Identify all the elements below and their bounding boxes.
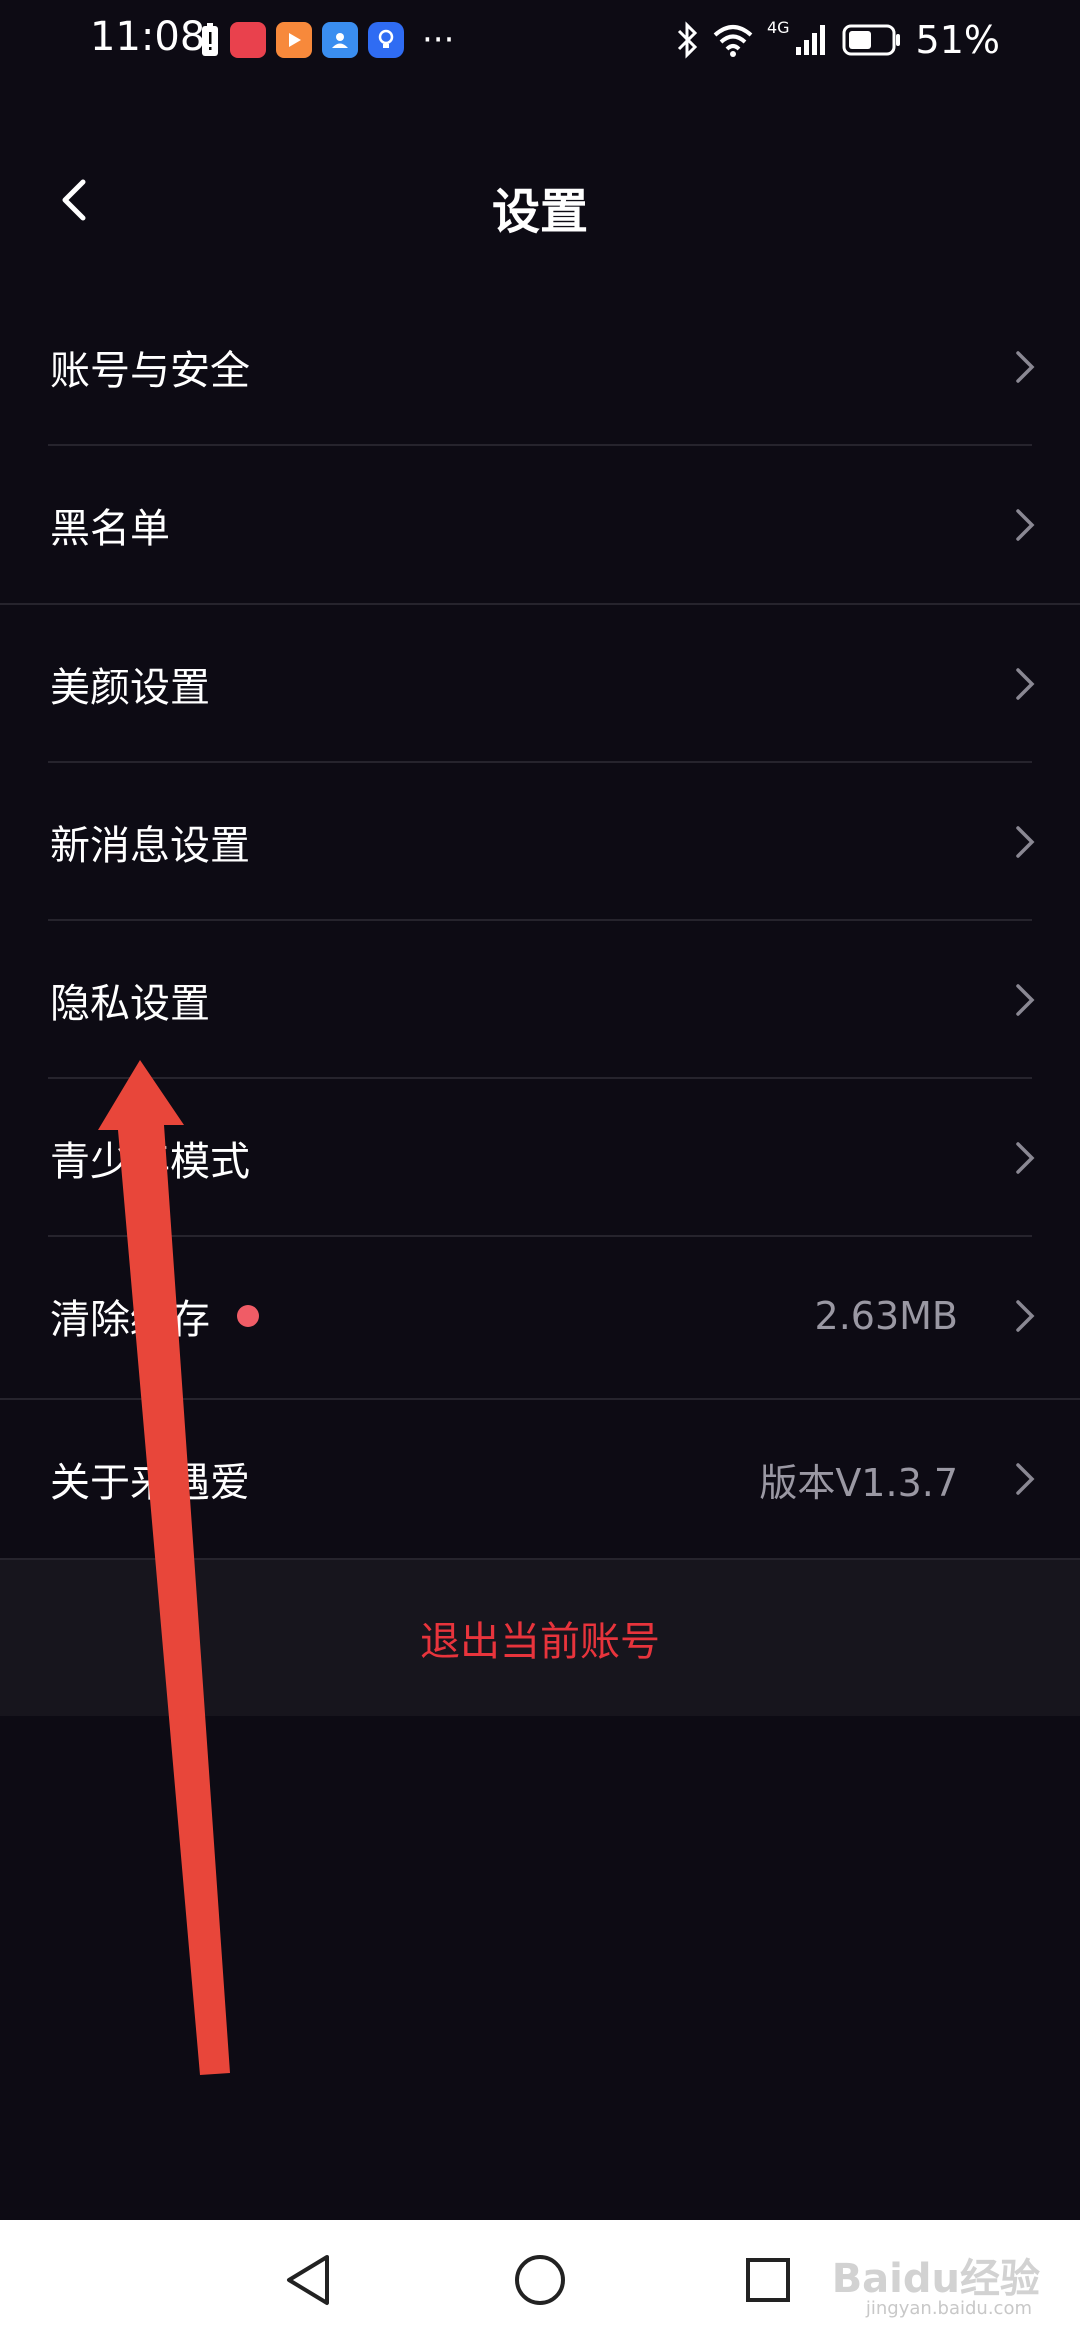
row-label: 青少年模式 — [50, 1139, 250, 1185]
row-label: 清除缓存 — [50, 1297, 210, 1343]
chevron-right-icon — [1010, 664, 1040, 704]
row-label: 新消息设置 — [50, 823, 250, 869]
settings-row-privacy[interactable]: 隐私设置 — [0, 921, 1080, 1079]
baidu-watermark-url: jingyan.baidu.com — [865, 2298, 1032, 2319]
version-text: 版本V1.3.7 — [759, 1460, 958, 1505]
nav-home-button[interactable] — [500, 2240, 580, 2320]
header: 设置 — [0, 150, 1080, 250]
circle-home-icon — [515, 2255, 565, 2305]
navigation-bar: Baidu经验 jingyan.baidu.com — [0, 2220, 1080, 2340]
contacts-app-icon — [322, 22, 358, 58]
status-bar: 11:08 ··· 4G 51% — [0, 0, 1080, 84]
chevron-right-icon — [1010, 505, 1040, 545]
settings-row-clear-cache[interactable]: 清除缓存 2.63MB — [0, 1237, 1080, 1395]
settings-row-beauty[interactable]: 美颜设置 — [0, 605, 1080, 763]
row-label: 账号与安全 — [50, 348, 250, 394]
video-app-icon — [276, 22, 312, 58]
notification-icons: ··· — [200, 22, 454, 58]
nav-back-button[interactable] — [268, 2240, 348, 2320]
chevron-right-icon — [1010, 822, 1040, 862]
chevron-right-icon — [1010, 1138, 1040, 1178]
huawei-store-icon — [230, 22, 266, 58]
settings-group-preferences: 美颜设置 新消息设置 隐私设置 青少年模式 清除缓存 2.63MB — [0, 605, 1080, 1395]
row-label: 关于来遇爱 — [50, 1460, 250, 1506]
battery-icon — [842, 24, 900, 56]
settings-group-account: 账号与安全 黑名单 — [0, 288, 1080, 604]
settings-row-about[interactable]: 关于来遇爱 版本V1.3.7 — [0, 1400, 1080, 1558]
nav-recents-button[interactable] — [728, 2240, 808, 2320]
logout-button[interactable]: 退出当前账号 — [420, 1609, 660, 1667]
settings-row-account-security[interactable]: 账号与安全 — [0, 288, 1080, 446]
new-indicator-dot — [237, 1305, 259, 1327]
row-label: 黑名单 — [50, 506, 170, 552]
more-notifications-icon: ··· — [422, 20, 455, 60]
row-label: 隐私设置 — [50, 981, 210, 1027]
settings-screen: 11:08 ··· 4G 51% 设置 账号与安全 黑名单 美颜设置 新消息设置… — [0, 0, 1080, 2340]
square-recents-icon — [746, 2258, 790, 2302]
battery-percent: 51% — [915, 18, 1000, 62]
chevron-right-icon — [1010, 980, 1040, 1020]
battery-alert-icon — [200, 22, 220, 58]
settings-row-teen-mode[interactable]: 青少年模式 — [0, 1079, 1080, 1237]
logout-bar: 退出当前账号 — [0, 1560, 1080, 1716]
baidu-watermark: Baidu经验 — [831, 2256, 1040, 2302]
status-right: 4G 51% — [675, 18, 1000, 62]
settings-row-blacklist[interactable]: 黑名单 — [0, 446, 1080, 604]
chevron-right-icon — [1010, 1296, 1040, 1336]
triangle-back-icon — [287, 2255, 329, 2305]
status-time: 11:08 — [90, 14, 206, 60]
settings-group-about: 关于来遇爱 版本V1.3.7 — [0, 1400, 1080, 1558]
network-type: 4G — [766, 18, 790, 37]
cache-size: 2.63MB — [814, 1294, 958, 1338]
bluetooth-icon — [677, 21, 698, 59]
row-label: 美颜设置 — [50, 665, 210, 711]
bulb-app-icon — [368, 22, 404, 58]
signal-icon — [795, 25, 825, 55]
chevron-right-icon — [1010, 1459, 1040, 1499]
chevron-right-icon — [1010, 347, 1040, 387]
settings-row-new-message[interactable]: 新消息设置 — [0, 763, 1080, 921]
wifi-icon — [713, 25, 753, 57]
page-title: 设置 — [491, 184, 588, 240]
